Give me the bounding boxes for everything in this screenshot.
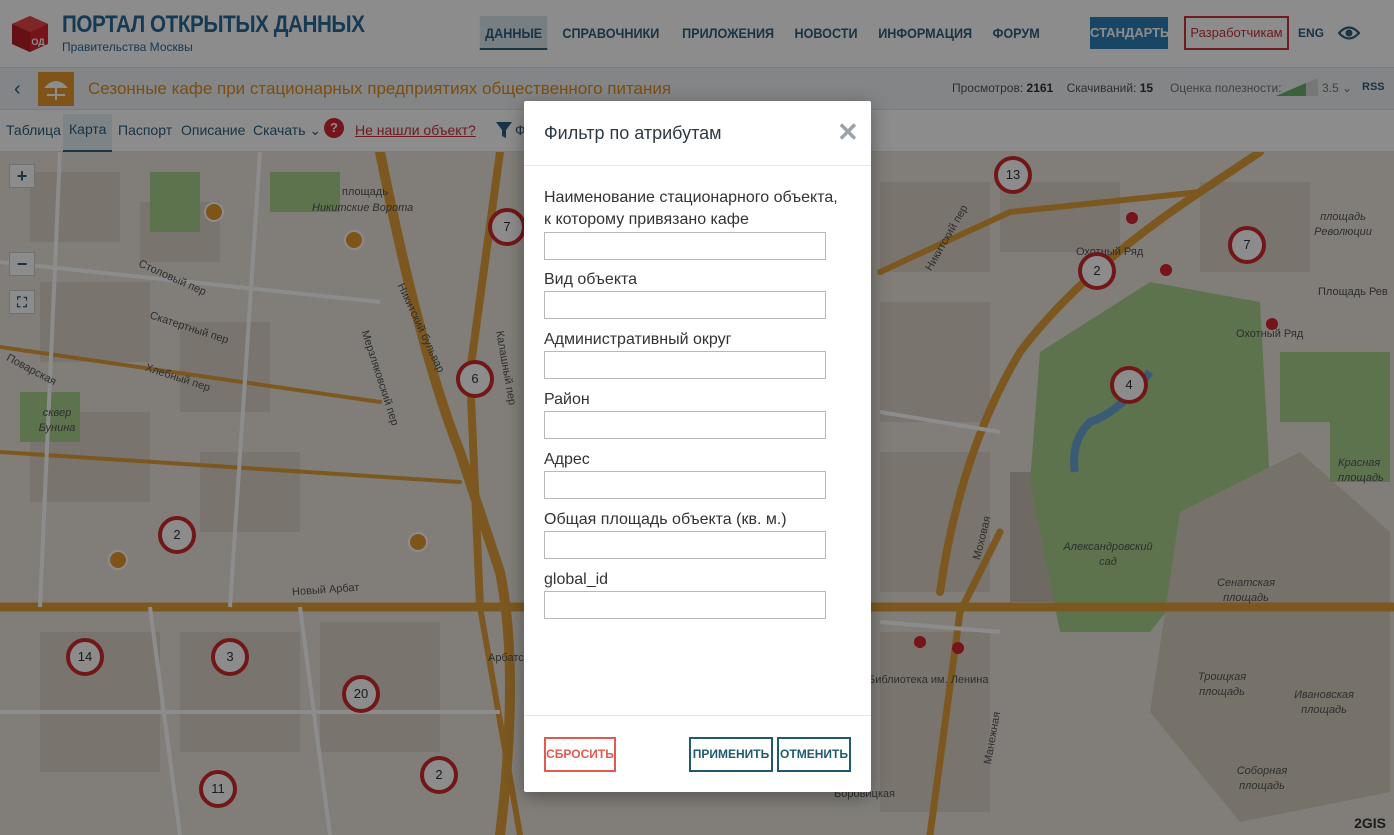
field-label-area: Общая площадь объекта (кв. м.) [544, 511, 787, 528]
dialog-title: Фильтр по атрибутам [544, 123, 722, 143]
field-label-object-name: Наименование стационарного объекта, к ко… [544, 189, 838, 228]
district-input[interactable] [544, 411, 826, 439]
global-id-input[interactable] [544, 591, 826, 619]
cancel-button[interactable]: ОТМЕНИТЬ [777, 737, 851, 772]
field-label-district: Район [544, 391, 590, 408]
attribute-filter-dialog: Фильтр по атрибутам ✕ Наименование стаци… [524, 101, 871, 792]
address-input[interactable] [544, 471, 826, 499]
field-label-admin-district: Административный округ [544, 331, 732, 348]
admin-district-input[interactable] [544, 351, 826, 379]
object-name-input[interactable] [544, 232, 826, 260]
object-type-input[interactable] [544, 291, 826, 319]
area-input[interactable] [544, 531, 826, 559]
reset-button[interactable]: СБРОСИТЬ [544, 737, 616, 772]
field-label-global-id: global_id [544, 571, 609, 588]
dialog-footer-divider [524, 715, 871, 716]
field-label-object-type: Вид объекта [544, 271, 638, 288]
field-label-address: Адрес [544, 451, 590, 468]
dialog-divider [524, 165, 871, 166]
close-icon[interactable]: ✕ [837, 117, 859, 148]
apply-button[interactable]: ПРИМЕНИТЬ [689, 737, 773, 772]
